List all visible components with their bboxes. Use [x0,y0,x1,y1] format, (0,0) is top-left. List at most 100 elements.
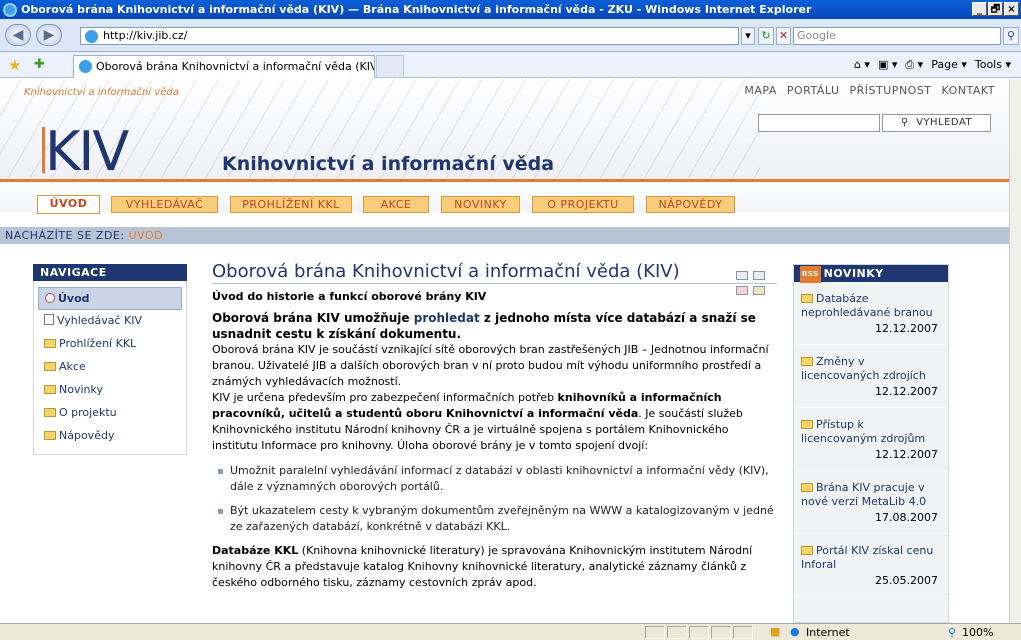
news-heading-label: NOVINKY [823,267,884,280]
window-title: Oborová brána Knihovnictví a informační … [21,3,812,16]
back-button[interactable]: ◀ [5,24,31,46]
title-divider [212,283,777,284]
p2-text-a: KIV je určena především pro zabezpečení … [212,391,558,404]
news-icon [801,294,813,303]
forward-button[interactable]: ▶ [36,24,62,46]
news-icon [801,420,813,429]
vertical-scrollbar[interactable] [1009,79,1021,623]
site-search-button[interactable]: ⚲ VYHLEDAT [882,114,991,132]
news-title[interactable]: Změny v licencovaných zdrojích [801,355,926,382]
refresh-icon[interactable]: ↻ [758,27,774,45]
news-title[interactable]: Portál KIV získal cenu Inforal [801,544,933,571]
news-title[interactable]: Brána KIV pracuje v nové verzi MetaLib 4… [801,481,926,508]
intro-text-a: Oborová brána KIV umožňuje [212,311,414,325]
news-date: 25.05.2007 [875,574,938,587]
address-field[interactable]: http://kiv.jib.cz/ [80,27,739,45]
zoom-level[interactable]: 100% [962,626,993,639]
nav-item-label: Úvod [58,292,90,305]
feeds-icon[interactable]: ▣ ▾ [878,58,897,72]
news-item[interactable]: Přístup k licencovaným zdrojům 12.12.2007 [794,408,948,471]
nav-item-label: Vyhledávač KIV [57,314,143,327]
page-menu[interactable]: Page ▾ [931,58,967,72]
news-title[interactable]: Přístup k licencovaným zdrojům [801,418,925,445]
nav-item-label: Akce [59,360,86,373]
article-paragraph-1: Oborová brána KIV je součástí vznikající… [212,343,769,388]
search-icon[interactable]: ⚲ [1003,27,1019,45]
page-title: Oborová brána Knihovnictví a informační … [212,261,680,282]
news-date: 12.12.2007 [875,385,938,398]
nav-item-prohlizeni[interactable]: Prohlížení KKL [38,333,182,356]
news-date: 17.08.2007 [875,511,938,524]
tab-title: Oborová brána Knihovnictví a informační … [96,60,375,73]
rss-icon[interactable]: RSS [800,266,821,283]
tools-menu[interactable]: Tools ▾ [975,58,1011,72]
nav-item-label: Nápovědy [59,429,115,442]
news-icon [801,357,813,366]
menu-novinky[interactable]: NOVINKY [441,196,520,213]
news-title[interactable]: Databáze neprohledávané branou [801,292,933,319]
site-header: Knihovnictví a informační věda KIV Kniho… [0,79,1009,182]
sitemap-link[interactable]: MAPA PORTÁLU [744,84,839,97]
nav-item-label: Prohlížení KKL [59,337,137,350]
tab-current[interactable]: Oborová brána Knihovnictví a informační … [73,55,375,78]
menu-uvod[interactable]: ÚVOD [37,195,100,214]
folder-icon [44,431,56,440]
list-item: Umožnit paralelní vyhledávání informací … [218,463,777,495]
nav-item-novinky[interactable]: Novinky [38,379,182,402]
article-subheading: Úvod do historie a funkcí oborové brány … [212,290,487,303]
menu-vyhledavac[interactable]: VYHLEDÁVAČ [111,196,218,213]
site-logo[interactable]: KIV [45,125,129,179]
article-paragraph-3: Databáze KKL (Knihovna knihovnické liter… [212,543,777,591]
new-tab-button[interactable] [376,55,404,78]
stop-icon[interactable]: ✕ [776,27,791,45]
contact-link[interactable]: KONTAKT [942,84,995,97]
news-item[interactable]: Změny v licencovaných zdrojích 12.12.2007 [794,345,948,408]
ie-icon [3,2,17,17]
print-icon[interactable]: ⎙ ▾ [905,58,923,72]
folder-icon [44,408,56,417]
breadcrumb-link[interactable]: ÚVOD [129,229,164,242]
menu-akce[interactable]: AKCE [363,196,429,213]
favorites-star-icon[interactable]: ★ [8,56,21,74]
main-content: Oborová brána Knihovnictví a informační … [212,262,777,591]
status-segment [711,626,731,639]
menu-o-projektu[interactable]: O PROJEKTU [532,196,634,213]
article-intro: Oborová brána KIV umožňuje prohledat z j… [212,310,777,342]
site-search-input[interactable] [758,114,880,132]
nav-item-napovedy[interactable]: Nápovědy [38,425,182,448]
zoom-icon[interactable]: ⚲ [948,626,956,639]
menu-prohlizeni-kkl[interactable]: PROHLÍŽENÍ KKL [230,196,352,213]
status-segment [733,626,753,639]
navigation-heading: NAVIGACE [33,264,187,281]
status-segment [667,626,687,639]
folder-icon [44,362,56,371]
article-bullet-list: Umožnit paralelní vyhledávání informací … [218,463,777,535]
nav-item-uvod[interactable]: Úvod [38,287,182,310]
nav-item-vyhledavac[interactable]: Vyhledávač KIV [38,310,182,333]
p3-bold: Databáze KKL [212,544,299,557]
logo-arc-text: Knihovnictví a informační věda [24,87,179,98]
status-segment [645,626,665,639]
home-icon[interactable]: ⌂ ▾ [854,58,870,72]
menu-napovedy[interactable]: NÁPOVĚDY [646,196,735,213]
article-paragraph-2: KIV je určena především pro zabezpečení … [212,390,777,454]
command-bar: ⌂ ▾ ▣ ▾ ⎙ ▾ Page ▾ Tools ▾ [854,58,1011,72]
add-favorites-icon[interactable]: ✚ [34,57,45,72]
search-input[interactable]: Google [793,27,1001,45]
accessibility-link[interactable]: PŘÍSTUPNOST [850,84,932,97]
minimize-button[interactable]: _ [972,2,987,16]
site-search-label: VYHLEDAT [916,117,973,128]
nav-item-akce[interactable]: Akce [38,356,182,379]
close-button[interactable]: × [1004,2,1019,16]
nav-item-label: O projektu [59,406,117,419]
security-zone: Internet [806,626,850,639]
internet-zone-icon: ● [790,625,800,638]
nav-item-o-projektu[interactable]: O projektu [38,402,182,425]
maximize-button[interactable]: 🗗 [988,2,1003,16]
prohledat-link[interactable]: prohledat [414,311,480,325]
news-item[interactable]: Brána KIV pracuje v nové verzi MetaLib 4… [794,471,948,534]
address-dropdown-button[interactable]: ▾ [741,27,755,45]
news-item[interactable]: Databáze neprohledávané branou 12.12.2007 [794,282,948,345]
news-item[interactable]: Portál KIV získal cenu Inforal 25.05.2007 [794,534,948,597]
site-subtitle: Knihovnictví a informační věda [222,153,555,175]
